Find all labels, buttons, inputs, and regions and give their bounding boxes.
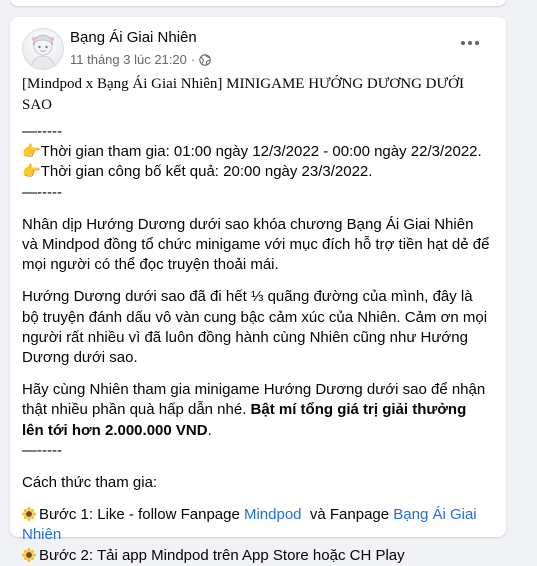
post-content: [Mindpod x Bạng Ái Giai Nhiên] MINIGAME … bbox=[22, 74, 492, 566]
author-name-link[interactable]: Bạng Ái Giai Nhiên bbox=[70, 29, 197, 46]
step-2: Bước 2: Tải app Mindpod trên App Store h… bbox=[22, 546, 492, 566]
meta-separator: · bbox=[190, 52, 196, 67]
step-1: Bước 1: Like - follow Fanpage Mindpod và… bbox=[22, 505, 492, 545]
author-avatar[interactable] bbox=[22, 28, 64, 70]
howto-heading: Cách thức tham gia: bbox=[22, 474, 158, 492]
more-options-button[interactable] bbox=[456, 32, 484, 54]
divider-2: —----- bbox=[22, 183, 62, 201]
divider-1: —----- bbox=[22, 123, 62, 140]
paragraph-3: Hãy cùng Nhiên tham gia minigame Hướng D… bbox=[22, 380, 492, 441]
globe-icon[interactable] bbox=[199, 53, 211, 66]
post-title: [Mindpod x Bạng Ái Giai Nhiên] MINIGAME … bbox=[22, 74, 492, 116]
post-timestamp[interactable]: 11 tháng 3 lúc 21:20 bbox=[70, 52, 187, 67]
more-horizontal-icon bbox=[461, 41, 479, 45]
previous-post-card bbox=[10, 0, 506, 6]
backhand-index-pointing-right-icon: 👉 bbox=[22, 163, 41, 181]
post-title-text: [Mindpod x Bạng Ái Giai Nhiên] MINIGAME … bbox=[22, 76, 464, 113]
paragraph-1: Nhân dịp Hướng Dương dưới sao khóa chươn… bbox=[22, 215, 490, 274]
schedule-line-1: 👉Thời gian tham gia: 01:00 ngày 12/3/202… bbox=[22, 142, 492, 162]
sunflower-icon bbox=[22, 547, 36, 562]
paragraph-3-end: . bbox=[207, 421, 212, 439]
sunflower-icon bbox=[22, 507, 36, 522]
divider-3: —----- bbox=[22, 441, 62, 459]
paragraph-2: Hướng Dương dưới sao đã đi hết ⅓ quãng đ… bbox=[22, 288, 488, 367]
schedule-line-2: 👉Thời gian công bố kết quả: 20:00 ngày 2… bbox=[22, 162, 492, 182]
backhand-index-pointing-right-icon: 👉 bbox=[22, 143, 41, 161]
schedule-text-1: Thời gian tham gia: 01:00 ngày 12/3/2022… bbox=[40, 143, 482, 161]
step-2-text: Bước 2: Tải app Mindpod trên App Store h… bbox=[39, 546, 405, 564]
post-meta: 11 tháng 3 lúc 21:20 · bbox=[70, 52, 211, 67]
schedule-text-2: Thời gian công bố kết quả: 20:00 ngày 23… bbox=[40, 163, 373, 181]
